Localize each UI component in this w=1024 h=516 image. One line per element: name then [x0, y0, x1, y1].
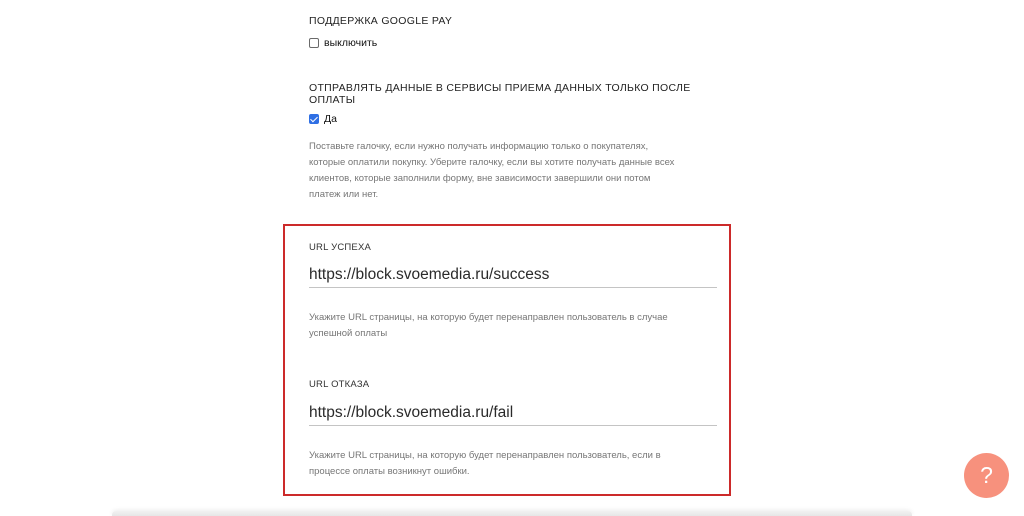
- paid-only-hint-line: которые оплатили покупку. Уберите галочк…: [309, 157, 675, 168]
- paid-only-hint-line: Поставьте галочку, если нужно получать и…: [309, 141, 649, 152]
- google-pay-toggle[interactable]: выключить: [309, 37, 377, 49]
- bottom-panel-edge: [112, 511, 912, 516]
- paid-only-toggle[interactable]: Да: [309, 113, 337, 125]
- paid-only-checkbox[interactable]: [309, 114, 319, 124]
- paid-only-hint-line: клиентов, которые заполнили форму, вне з…: [309, 173, 651, 184]
- google-pay-checkbox[interactable]: [309, 38, 319, 48]
- paid-only-title: ОТПРАВЛЯТЬ ДАННЫЕ В СЕРВИСЫ ПРИЕМА ДАННЫ…: [309, 82, 709, 106]
- google-pay-checkbox-label: выключить: [324, 37, 378, 49]
- url-fields-highlight-frame: [283, 224, 731, 496]
- paid-only-title-line2: ОПЛАТЫ: [309, 94, 356, 106]
- google-pay-title: ПОДДЕРЖКА GOOGLE PAY: [309, 15, 453, 27]
- help-button[interactable]: ?: [964, 453, 1009, 498]
- paid-only-title-line1: ОТПРАВЛЯТЬ ДАННЫЕ В СЕРВИСЫ ПРИЕМА ДАННЫ…: [309, 82, 691, 94]
- paid-only-checkbox-label: Да: [324, 113, 337, 125]
- question-mark-icon: ?: [980, 462, 993, 488]
- paid-only-hint: Поставьте галочку, если нужно получать и…: [309, 139, 674, 203]
- paid-only-hint-line: платеж или нет.: [309, 189, 379, 200]
